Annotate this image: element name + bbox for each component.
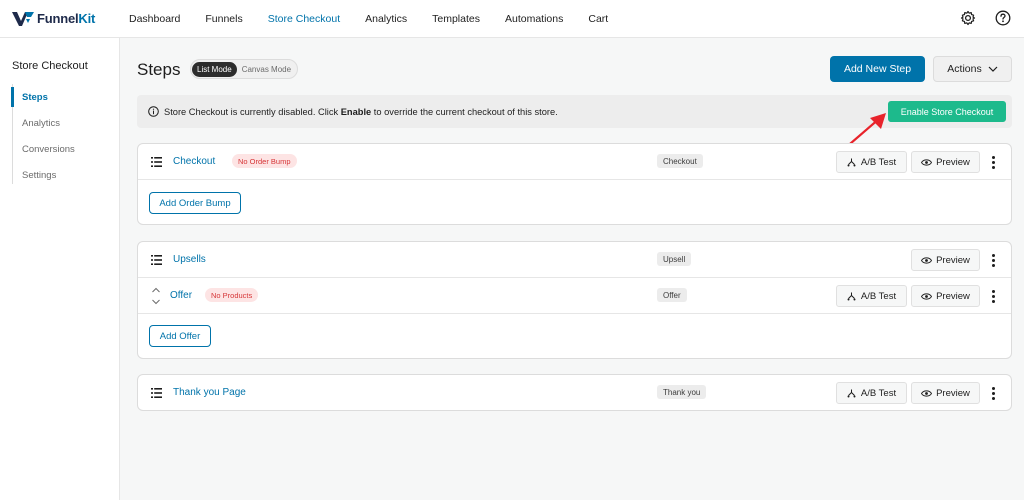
list-mode-button[interactable]: List Mode: [192, 61, 237, 77]
preview-button[interactable]: Preview: [911, 249, 980, 271]
status-badge: No Products: [205, 288, 259, 302]
more-options-icon[interactable]: [986, 252, 1000, 268]
sidebar-title: Store Checkout: [12, 60, 88, 72]
eye-icon: [921, 256, 933, 264]
nav-cart[interactable]: Cart: [588, 13, 608, 25]
main-nav: Dashboard Funnels Store Checkout Analyti…: [129, 13, 633, 25]
actions-label: Actions: [947, 63, 982, 75]
add-new-step-button[interactable]: Add New Step: [830, 56, 925, 82]
preview-button[interactable]: Preview: [911, 285, 980, 307]
view-mode-toggle: List Mode Canvas Mode: [190, 59, 299, 79]
nav-analytics[interactable]: Analytics: [365, 13, 407, 25]
status-badge: No Order Bump: [232, 154, 297, 168]
step-type-pill: Thank you: [657, 385, 707, 399]
ab-test-label: A/B Test: [860, 290, 897, 302]
reorder-arrows-icon[interactable]: [151, 287, 161, 305]
notice-text: Store Checkout is currently disabled. Cl…: [164, 106, 558, 117]
step-name-thankyou[interactable]: Thank you Page: [173, 387, 246, 398]
step-row-offer: Offer No Products Offer A/B Test Preview: [138, 278, 1011, 314]
logo-text: FunnelKit: [37, 11, 96, 26]
ab-split-icon: [847, 389, 856, 397]
checkout-step-card: Checkout No Order Bump Checkout A/B Test…: [137, 143, 1012, 225]
upsells-step-card: Upsells Upsell Preview Offer No Products…: [137, 241, 1012, 359]
preview-label: Preview: [936, 387, 970, 399]
ab-test-button[interactable]: A/B Test: [836, 382, 907, 404]
info-icon: [148, 106, 159, 117]
gear-icon[interactable]: [960, 10, 976, 26]
ab-test-button[interactable]: A/B Test: [836, 285, 907, 307]
drag-handle-icon[interactable]: [151, 255, 162, 265]
step-row-thankyou: Thank you Page Thank you A/B Test Previe…: [138, 375, 1011, 411]
step-name-checkout[interactable]: Checkout: [173, 156, 215, 167]
step-row-upsells: Upsells Upsell Preview: [138, 242, 1011, 278]
preview-label: Preview: [936, 156, 970, 168]
sidebar-menu: Steps Analytics Conversions Settings: [11, 84, 75, 184]
sidebar-item-analytics[interactable]: Analytics: [13, 110, 75, 136]
preview-button[interactable]: Preview: [911, 151, 980, 173]
eye-icon: [921, 158, 933, 166]
page-title: Steps: [137, 60, 181, 79]
step-name-offer[interactable]: Offer: [170, 290, 192, 301]
more-options-icon[interactable]: [986, 288, 1000, 304]
ab-test-label: A/B Test: [860, 387, 897, 399]
more-options-icon[interactable]: [986, 385, 1000, 401]
ab-split-icon: [847, 158, 856, 166]
preview-button[interactable]: Preview: [911, 382, 980, 404]
nav-automations[interactable]: Automations: [505, 13, 563, 25]
funnelkit-logo[interactable]: FunnelKit: [12, 11, 122, 26]
chevron-down-icon: [988, 66, 998, 72]
drag-handle-icon[interactable]: [151, 388, 162, 398]
ab-test-button[interactable]: A/B Test: [836, 151, 907, 173]
top-navigation: FunnelKit Dashboard Funnels Store Checko…: [0, 0, 1024, 38]
nav-dashboard[interactable]: Dashboard: [129, 13, 180, 25]
step-row-checkout: Checkout No Order Bump Checkout A/B Test…: [138, 144, 1011, 180]
step-name-upsells[interactable]: Upsells: [173, 254, 206, 265]
help-icon[interactable]: [995, 10, 1011, 26]
preview-label: Preview: [936, 254, 970, 266]
step-type-pill: Offer: [657, 288, 687, 302]
step-type-pill: Upsell: [657, 252, 692, 266]
ab-test-label: A/B Test: [860, 156, 897, 168]
main-content: Steps List Mode Canvas Mode Add New Step…: [120, 38, 1024, 500]
more-options-icon[interactable]: [986, 154, 1000, 170]
nav-store-checkout[interactable]: Store Checkout: [268, 13, 340, 25]
nav-funnels[interactable]: Funnels: [205, 13, 242, 25]
canvas-mode-button[interactable]: Canvas Mode: [237, 62, 296, 77]
thankyou-step-card: Thank you Page Thank you A/B Test Previe…: [137, 374, 1012, 411]
preview-label: Preview: [936, 290, 970, 302]
sidebar: Store Checkout Steps Analytics Conversio…: [0, 38, 120, 500]
sidebar-item-conversions[interactable]: Conversions: [13, 136, 75, 162]
ab-split-icon: [847, 292, 856, 300]
sidebar-item-settings[interactable]: Settings: [13, 162, 75, 188]
drag-handle-icon[interactable]: [151, 157, 162, 167]
add-order-bump-button[interactable]: Add Order Bump: [149, 192, 241, 214]
sidebar-item-steps[interactable]: Steps: [11, 84, 75, 110]
enable-store-checkout-button[interactable]: Enable Store Checkout: [888, 101, 1006, 122]
add-offer-button[interactable]: Add Offer: [149, 325, 211, 347]
step-type-pill: Checkout: [657, 154, 703, 168]
eye-icon: [921, 389, 933, 397]
nav-templates[interactable]: Templates: [432, 13, 480, 25]
funnelkit-logo-icon: [12, 11, 34, 26]
actions-dropdown[interactable]: Actions: [933, 56, 1012, 82]
eye-icon: [921, 292, 933, 300]
